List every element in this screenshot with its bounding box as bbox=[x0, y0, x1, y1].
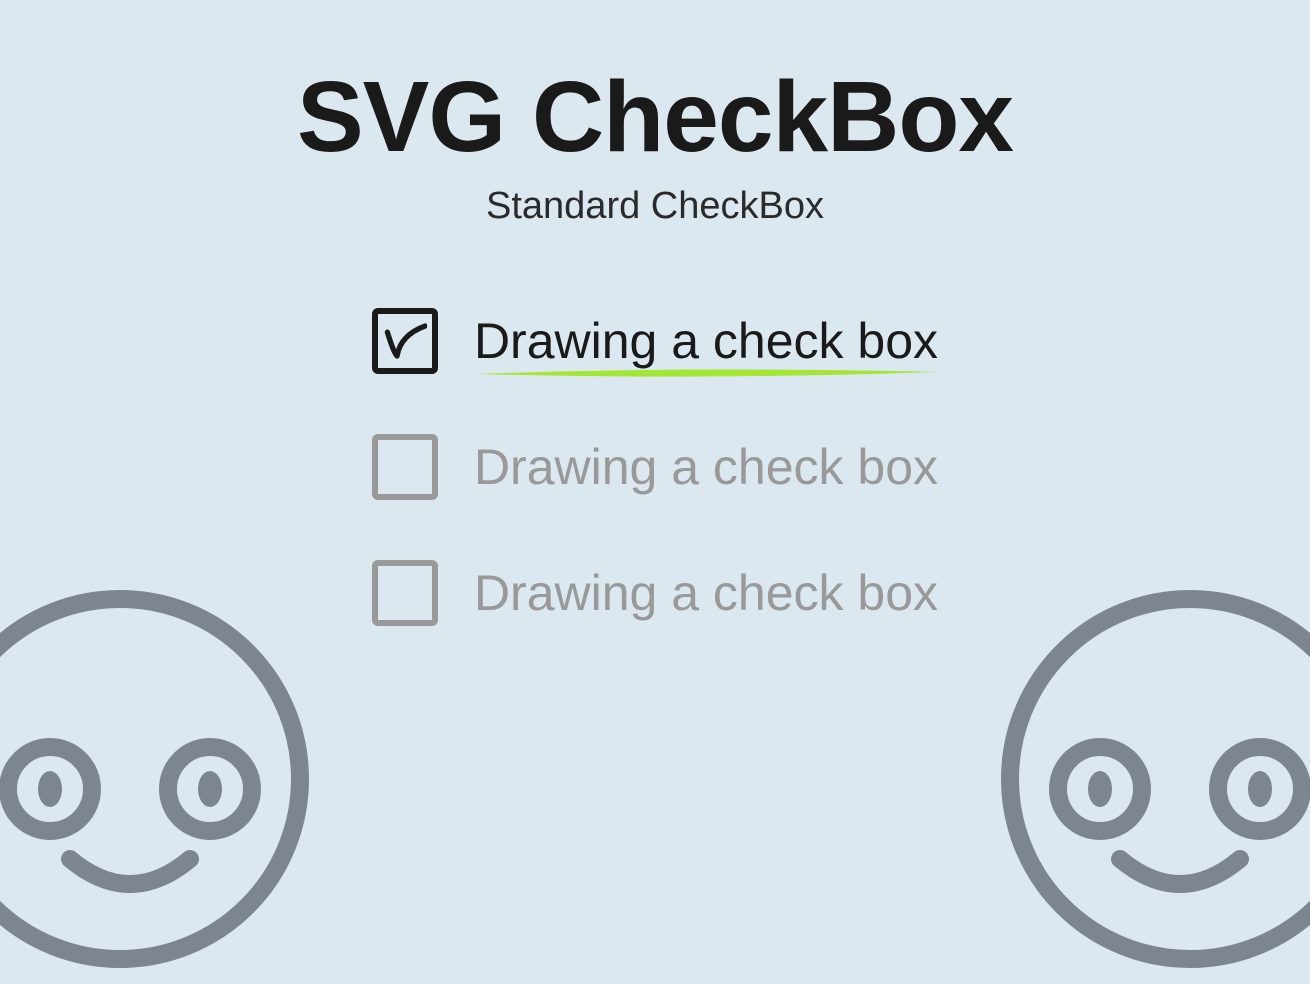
checkbox-list: Drawing a check box Drawing a check box bbox=[372, 308, 938, 626]
checkbox-box[interactable] bbox=[372, 434, 438, 500]
checkbox-label: Drawing a check box bbox=[474, 568, 938, 618]
decorative-face-right bbox=[990, 579, 1310, 984]
main-container: SVG CheckBox Standard CheckBox Drawing a… bbox=[0, 0, 1310, 626]
page-title: SVG CheckBox bbox=[297, 60, 1013, 175]
checkbox-item-1[interactable]: Drawing a check box bbox=[372, 308, 938, 374]
checkbox-box[interactable] bbox=[372, 560, 438, 626]
check-icon bbox=[383, 319, 427, 363]
highlight-underline bbox=[474, 364, 938, 382]
checkbox-item-2[interactable]: Drawing a check box bbox=[372, 434, 938, 500]
checkbox-label: Drawing a check box bbox=[474, 316, 938, 366]
checkbox-box[interactable] bbox=[372, 308, 438, 374]
page-subtitle: Standard CheckBox bbox=[486, 185, 824, 228]
checkbox-label: Drawing a check box bbox=[474, 442, 938, 492]
decorative-face-left bbox=[0, 579, 320, 984]
checkbox-item-3[interactable]: Drawing a check box bbox=[372, 560, 938, 626]
